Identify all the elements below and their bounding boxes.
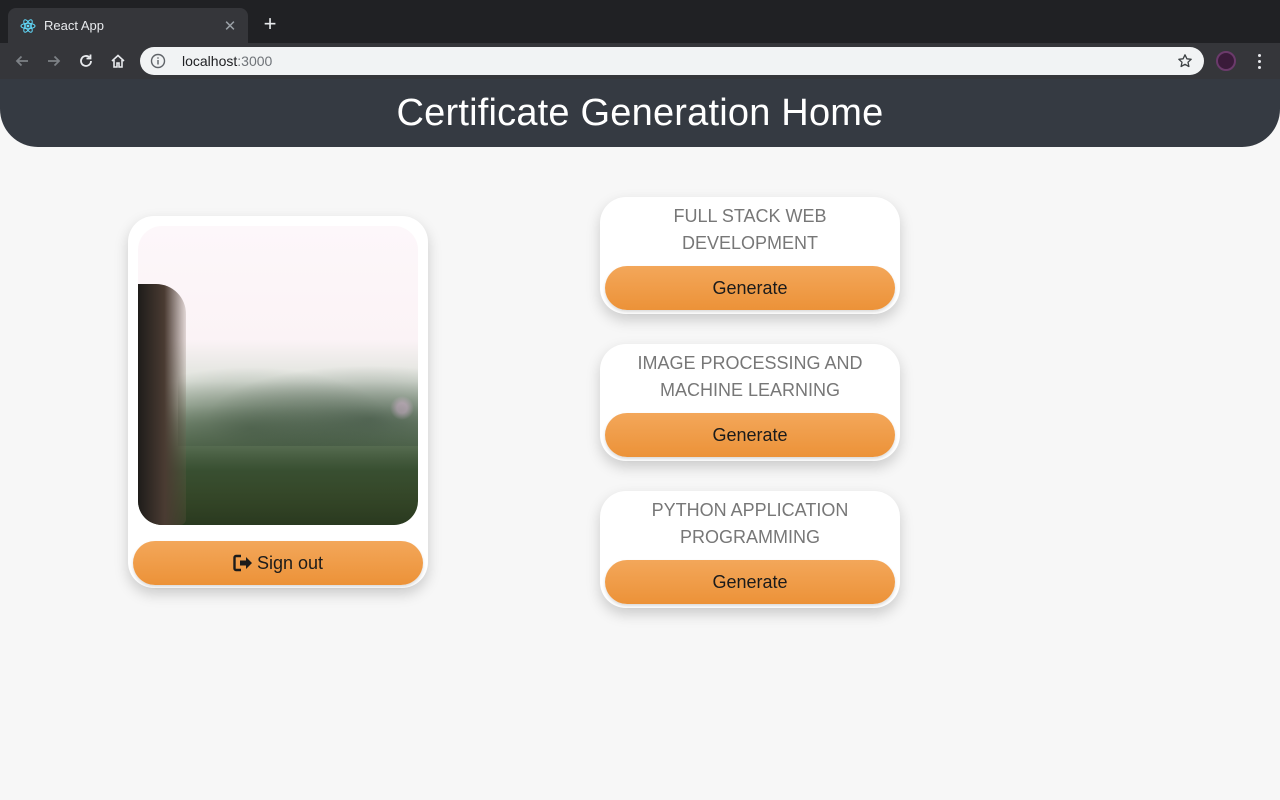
profile-photo (138, 226, 418, 525)
sign-out-label: Sign out (256, 552, 324, 573)
browser-menu-icon[interactable] (1250, 49, 1268, 73)
close-tab-icon[interactable]: ✕ (222, 17, 238, 35)
address-bar[interactable]: localhost:3000 (140, 47, 1204, 75)
tab-title: React App (44, 18, 104, 33)
back-arrow-icon[interactable] (10, 49, 34, 73)
browser-tab-bar: React App ✕ + (0, 0, 1280, 43)
profile-card: Sign out (128, 216, 428, 588)
new-tab-icon[interactable]: + (258, 12, 282, 36)
sign-out-icon (233, 554, 252, 572)
course-title: PYTHON APPLICATION PROGRAMMING (651, 500, 849, 547)
home-icon[interactable] (106, 49, 130, 73)
course-card: PYTHON APPLICATION PROGRAMMING Generate (600, 491, 900, 608)
url-host: localhost (182, 53, 238, 69)
react-logo-icon (20, 18, 36, 34)
generate-button[interactable]: Generate (605, 413, 895, 457)
photo-trees (178, 356, 418, 446)
info-icon[interactable] (150, 53, 166, 69)
course-title: FULL STACK WEB DEVELOPMENT (673, 206, 827, 253)
generate-button[interactable]: Generate (605, 560, 895, 604)
photo-person-silhouette (138, 284, 186, 525)
course-title: IMAGE PROCESSING AND MACHINE LEARNING (637, 353, 863, 400)
bookmark-star-icon[interactable] (1176, 52, 1194, 70)
profile-avatar-icon[interactable] (1216, 51, 1236, 71)
browser-tab[interactable]: React App ✕ (8, 8, 248, 43)
forward-arrow-icon[interactable] (42, 49, 66, 73)
course-card: IMAGE PROCESSING AND MACHINE LEARNING Ge… (600, 344, 900, 461)
browser-toolbar: localhost:3000 (0, 43, 1280, 79)
course-card: FULL STACK WEB DEVELOPMENT Generate (600, 197, 900, 314)
url-text: localhost:3000 (182, 53, 1176, 69)
generate-button[interactable]: Generate (605, 266, 895, 310)
reload-icon[interactable] (74, 49, 98, 73)
url-port: :3000 (237, 53, 273, 69)
page-header: Certificate Generation Home (0, 79, 1280, 147)
sign-out-button[interactable]: Sign out (133, 541, 423, 585)
page-title: Certificate Generation Home (396, 91, 884, 134)
